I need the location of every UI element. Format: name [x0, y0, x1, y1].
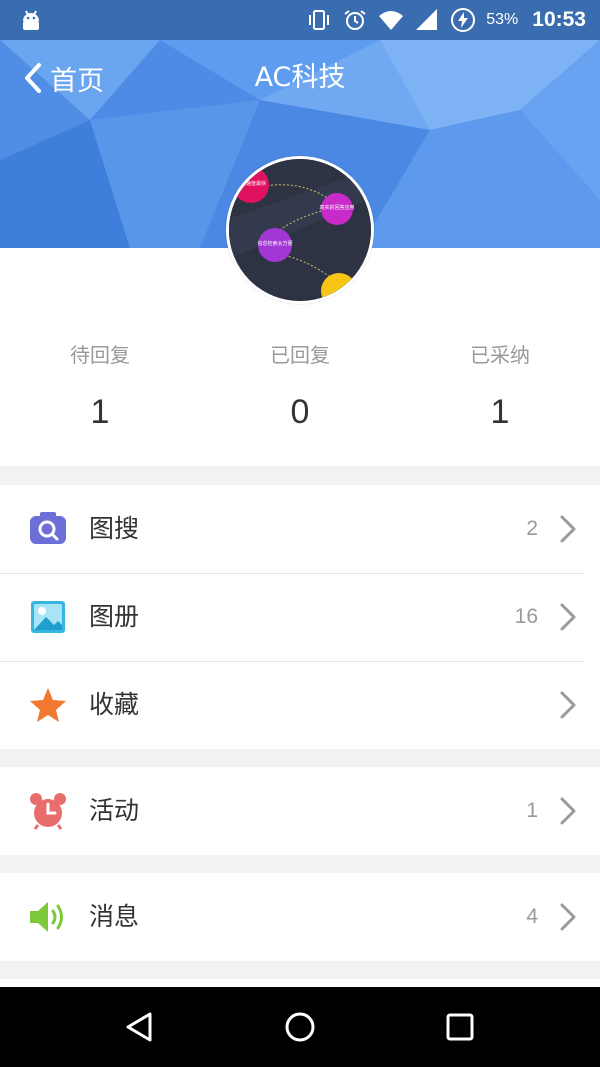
menu-item-image-search[interactable]: 图搜 2	[0, 485, 600, 573]
battery-charging-icon	[451, 8, 476, 32]
chevron-right-icon	[560, 603, 576, 631]
status-bar: 53% 10:53	[0, 0, 600, 40]
battery-percent: 53%	[486, 11, 519, 28]
menu-label: 图册	[89, 602, 140, 631]
menu-count: 1	[526, 799, 538, 822]
menu-item-favorites[interactable]: 收藏	[0, 661, 600, 749]
avatar-bubble-text-3: 信息检索太方便	[257, 240, 292, 247]
android-debug-icon	[23, 10, 39, 30]
menu-group-3: 消息 4	[0, 873, 600, 961]
back-triangle-icon[interactable]	[120, 1007, 160, 1047]
page-title: AC科技	[254, 62, 346, 93]
home-circle-icon[interactable]	[280, 1007, 320, 1047]
stat-adopted[interactable]: 已采纳 1	[400, 338, 600, 438]
menu-item-messages[interactable]: 消息 4	[0, 873, 600, 961]
alarm-icon	[344, 10, 366, 30]
star-icon	[30, 688, 66, 722]
menu-count: 16	[514, 605, 538, 628]
avatar-image: 传播速度最快 真实的回答应用 信息检索太方便	[229, 159, 371, 301]
image-album-icon	[31, 601, 65, 633]
system-nav-bar	[0, 987, 600, 1067]
recents-square-icon[interactable]	[440, 1007, 480, 1047]
menu-item-activity[interactable]: 活动 1	[0, 767, 600, 855]
stat-label: 已回复	[270, 343, 330, 367]
vibrate-icon	[309, 10, 330, 30]
stat-value: 1	[490, 393, 510, 431]
stat-value: 1	[90, 393, 110, 431]
camera-search-icon	[30, 512, 66, 544]
chevron-right-icon	[560, 903, 576, 931]
signal-icon	[416, 9, 438, 30]
stat-replied[interactable]: 已回复 0	[200, 338, 400, 438]
chevron-right-icon	[560, 691, 576, 719]
menu-label: 活动	[89, 796, 140, 825]
menu-group-2: 活动 1	[0, 767, 600, 855]
menu-label: 消息	[89, 902, 140, 931]
stat-pending-reply[interactable]: 待回复 1	[0, 338, 200, 438]
stats-row: 待回复 1 已回复 0 已采纳 1	[0, 338, 600, 438]
stat-value: 0	[290, 393, 310, 431]
clock-time: 10:53	[532, 8, 586, 31]
chevron-right-icon	[560, 515, 576, 543]
menu-group-1: 图搜 2 图册 16 收藏	[0, 485, 600, 749]
stat-label: 已采纳	[470, 343, 530, 367]
menu-item-album[interactable]: 图册 16	[0, 573, 600, 661]
stat-label: 待回复	[70, 343, 130, 367]
chevron-right-icon	[560, 797, 576, 825]
menu-label: 收藏	[89, 690, 140, 719]
speaker-icon	[30, 902, 63, 932]
avatar[interactable]: 传播速度最快 真实的回答应用 信息检索太方便	[226, 156, 374, 304]
wifi-icon	[379, 11, 404, 30]
avatar-bubble-text-2: 真实的回答应用	[319, 204, 354, 211]
alarm-clock-icon	[30, 793, 66, 830]
menu-count: 2	[526, 517, 538, 540]
menu-count: 4	[526, 905, 538, 928]
menu-label: 图搜	[89, 514, 140, 543]
menu-group-4-partial	[0, 979, 600, 987]
